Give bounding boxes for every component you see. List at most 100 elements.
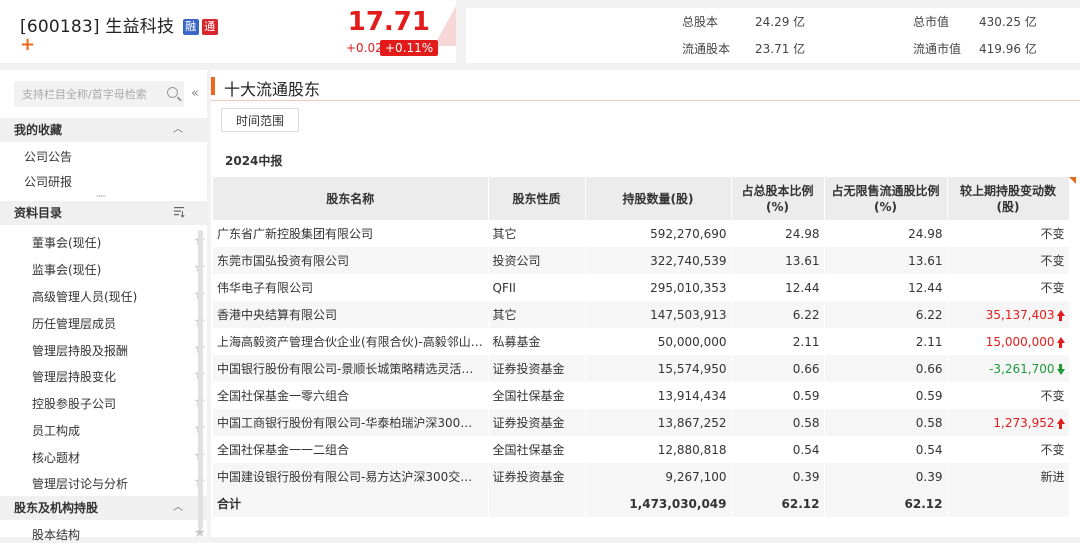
table-cell: 0.39 <box>731 463 825 490</box>
col-header[interactable]: 持股数量(股) <box>585 177 732 220</box>
directory-item[interactable]: 历任管理层成员★ <box>32 314 206 332</box>
table-cell: 全国社保基金一零六组合 <box>213 382 489 409</box>
table-cell: 其它 <box>488 220 586 247</box>
table-cell: 1,273,952 <box>947 409 1070 436</box>
sort-icon[interactable] <box>174 206 185 218</box>
stock-price: 17.71 <box>347 7 430 37</box>
directory-item-label: 控股参股子公司 <box>32 397 117 411</box>
corner-marker-icon <box>1069 177 1076 184</box>
table-cell: 0.54 <box>731 436 825 463</box>
search-icon[interactable] <box>167 87 178 98</box>
table-row[interactable]: 中国工商银行股份有限公司-华泰柏瑞沪深300交易型开放式指数证券投资基金证券投资… <box>213 409 1070 436</box>
col-header[interactable]: 股东名称 <box>213 177 489 220</box>
add-favorite-icon[interactable]: + <box>20 36 35 54</box>
table-row[interactable]: 全国社保基金一一二组合 全国社保基金 12,880,818 0.54 0.54 不变 <box>213 436 1070 463</box>
price-change-pct: +0.11% <box>380 40 439 56</box>
total-cell: 62.12 <box>824 490 948 517</box>
directory-item-label: 管理层持股及报酬 <box>32 344 129 358</box>
table-cell: 12.44 <box>731 274 825 301</box>
total-row: 合计 1,473,030,049 62.12 62.12 <box>213 490 1070 517</box>
directory-item[interactable]: 董事会(现任)★ <box>32 233 206 251</box>
search-input[interactable] <box>14 81 162 107</box>
table-row[interactable]: 广东省广新控股集团有限公司 其它 592,270,690 24.98 24.98 不变 <box>213 220 1070 247</box>
cell-text: 中国建设银行股份有限公司-易方达沪深300交易型开放式指数发起式证券投资基金 <box>217 470 487 484</box>
stock-title: [600183] 生益科技 融通 <box>20 12 218 37</box>
directory-item[interactable]: 高级管理人员(现任)★ <box>32 287 206 305</box>
col-header[interactable]: 占无限售流通股比例(%) <box>824 177 948 220</box>
table-row[interactable]: 中国银行股份有限公司-景顺长城策略精选灵活配置混合型证券投资基金证券投资基金 15… <box>213 355 1070 382</box>
table-cell: 13,914,434 <box>585 382 732 409</box>
directory-header[interactable]: 资料目录 <box>0 201 207 225</box>
shareholders-table: 股东名称 股东性质 持股数量(股) 占总股本比例(%) 占无限售流通股比例(%)… <box>213 177 1070 517</box>
directory-item[interactable]: 员工构成★ <box>32 421 206 439</box>
directory-item[interactable]: 控股参股子公司★ <box>32 394 206 412</box>
table-cell: 13.61 <box>824 247 948 274</box>
directory-item[interactable]: 管理层持股变化★ <box>32 367 206 385</box>
table-header-row: 股东名称 股东性质 持股数量(股) 占总股本比例(%) 占无限售流通股比例(%)… <box>213 177 1070 220</box>
table-cell: 24.98 <box>731 220 825 247</box>
cell-text: 295,010,353 <box>650 280 727 295</box>
table-cell: 投资公司 <box>488 247 586 274</box>
table-cell: 12.44 <box>824 274 948 301</box>
table-row[interactable]: 伟华电子有限公司 QFII 295,010,353 12.44 12.44 不变 <box>213 274 1070 301</box>
table-row[interactable]: 香港中央结算有限公司 其它 147,503,913 6.22 6.22 35,137,40… <box>213 301 1070 328</box>
cell-text: 中国工商银行股份有限公司-华泰柏瑞沪深300交易型开放式指数证券投资基金 <box>217 416 487 430</box>
directory-item[interactable]: 监事会(现任)★ <box>32 260 206 278</box>
cell-text: 0.39 <box>915 469 943 484</box>
cell-text: 0.54 <box>915 442 943 457</box>
table-cell: 其它 <box>488 301 586 328</box>
total-cell: 62.12 <box>731 490 825 517</box>
col-header[interactable]: 较上期持股变动数(股) <box>947 177 1070 220</box>
shareholder-section-title: 股东及机构持股 <box>14 501 99 515</box>
col-header[interactable]: 股东性质 <box>488 177 586 220</box>
cell-text: 东莞市国弘投资有限公司 <box>217 254 350 268</box>
favorite-item[interactable]: 公司公告 <box>24 148 72 165</box>
cell-text: 0.66 <box>915 361 943 376</box>
cell-text: 伟华电子有限公司 <box>217 281 314 295</box>
cell-text: 35,137,403 <box>985 307 1055 322</box>
col-header[interactable]: 占总股本比例(%) <box>731 177 825 220</box>
sidebar-scrollbar[interactable] <box>198 230 203 530</box>
table-cell: 香港中央结算有限公司 <box>213 301 489 328</box>
table-cell: 0.59 <box>731 382 825 409</box>
directory-item[interactable]: 管理层讨论与分析★ <box>32 474 206 492</box>
table-cell: 新进 <box>947 463 1070 490</box>
connect-badge: 通 <box>201 19 218 35</box>
table-row[interactable]: 上海高毅资产管理合伙企业(有限合伙)-高毅邻山1号远望基金私募基金 50,000,… <box>213 328 1070 355</box>
table-cell: 6.22 <box>731 301 825 328</box>
cell-text: 新进 <box>1040 470 1065 484</box>
table-cell: 2.11 <box>824 328 948 355</box>
directory-item-label: 员工构成 <box>32 424 81 438</box>
stock-stats: 总股本 24.29 亿 流通股本 23.71 亿 总市值 430.25 亿 流通… <box>466 8 1080 63</box>
search-box <box>14 81 184 107</box>
table-row[interactable]: 全国社保基金一零六组合 全国社保基金 13,914,434 0.59 0.59 不变 <box>213 382 1070 409</box>
total-cell <box>947 490 1070 517</box>
shareholder-section-header[interactable]: 股东及机构持股 ︿ <box>0 496 207 520</box>
table-cell: 广东省广新控股集团有限公司 <box>213 220 489 247</box>
title-accent-bar <box>211 77 215 95</box>
table-cell: 15,000,000 <box>947 328 1070 355</box>
table-row[interactable]: 东莞市国弘投资有限公司 投资公司 322,740,539 13.61 13.61 不变 <box>213 247 1070 274</box>
total-shares-label: 总股本 <box>682 15 719 29</box>
directory-item[interactable]: 管理层持股及报酬★ <box>32 341 206 359</box>
directory-item[interactable]: 核心题材★ <box>32 448 206 466</box>
stock-header: [600183] 生益科技 融通 + 17.71 +0.02 +0.11% <box>0 0 456 63</box>
table-cell: 证券投资基金 <box>488 355 586 382</box>
cell-text: 24.98 <box>785 226 820 241</box>
table-cell: 0.58 <box>731 409 825 436</box>
table-row[interactable]: 中国建设银行股份有限公司-易方达沪深300交易型开放式指数发起式证券投资基金证券… <box>213 463 1070 490</box>
cell-text: 投资公司 <box>492 254 541 268</box>
main-panel: 十大流通股东 时间范围 2024中报 股东名称 股东性质 持股数量(股) 占总股… <box>211 70 1080 537</box>
total-cell: 合计 <box>213 490 489 517</box>
collapse-sidebar-icon[interactable]: « <box>191 86 199 101</box>
favorite-item[interactable]: 公司研报 <box>24 173 72 190</box>
favorites-header[interactable]: 我的收藏 ︿ <box>0 118 207 142</box>
time-range-button[interactable]: 时间范围 <box>221 108 299 132</box>
table-cell: 295,010,353 <box>585 274 732 301</box>
cell-text: 证券投资基金 <box>492 416 565 430</box>
cell-text: 全国社保基金 <box>492 443 565 457</box>
arrow-down-icon <box>1056 363 1065 375</box>
directory-item[interactable]: 股本结构 ★ <box>32 525 206 543</box>
cell-text: 广东省广新控股集团有限公司 <box>217 227 374 241</box>
table-cell: 证券投资基金 <box>488 463 586 490</box>
